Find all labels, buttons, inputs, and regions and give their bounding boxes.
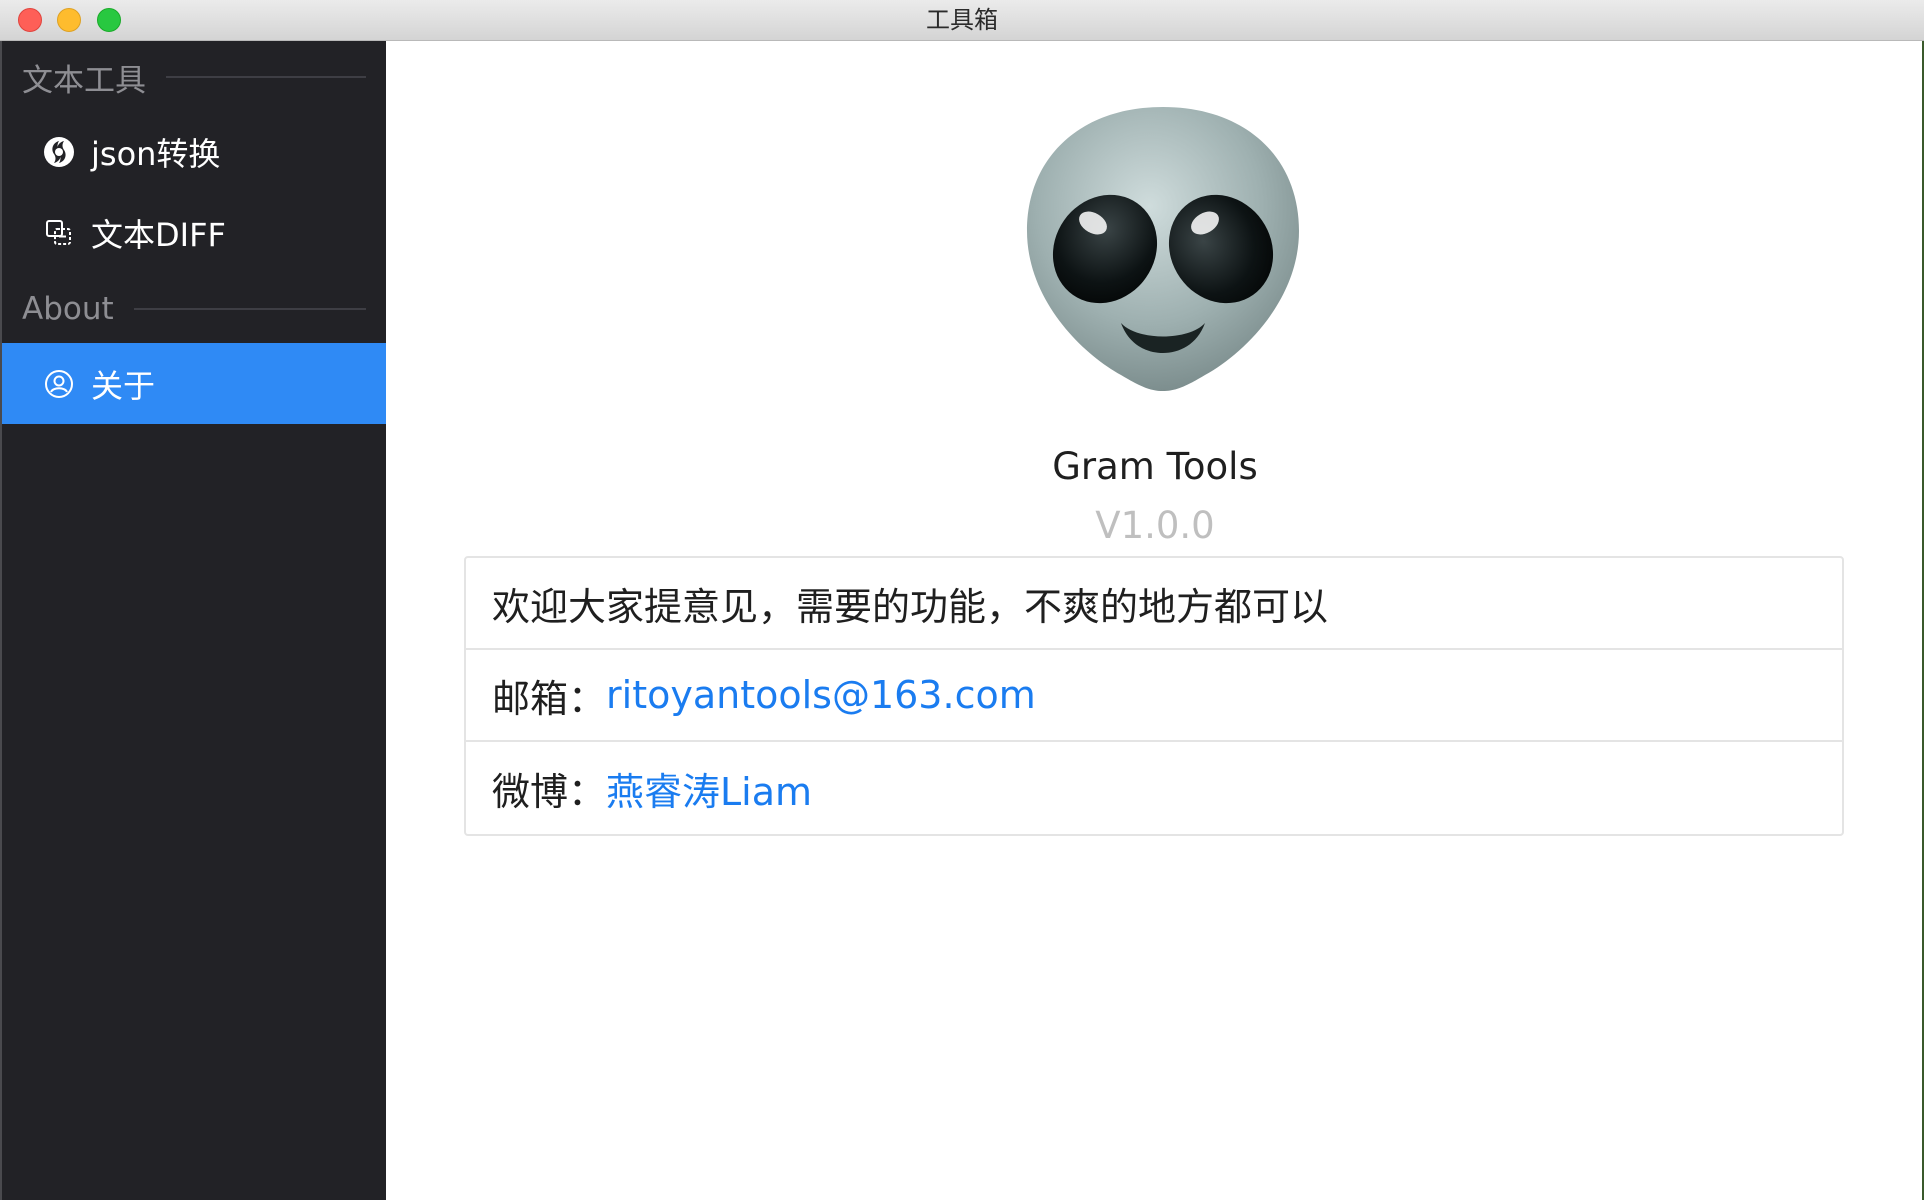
group-header-text-tools: 文本工具 [22, 57, 366, 99]
sidebar: 文本工具 json转换 文本DIFF About 关于 [0, 41, 386, 1200]
app-version: V1.0.0 [1095, 504, 1215, 547]
sidebar-item-about[interactable]: 关于 [2, 343, 386, 424]
app-name: Gram Tools [1052, 445, 1258, 488]
about-panel: Gram Tools V1.0.0 欢迎大家提意见，需要的功能，不爽的地方都可以… [386, 41, 1924, 1200]
sidebar-item-json[interactable]: json转换 [2, 111, 386, 192]
weibo-label: 微博： [492, 769, 607, 814]
sidebar-item-label: 文本DIFF [91, 215, 226, 254]
sidebar-item-text-diff[interactable]: 文本DIFF [2, 192, 386, 273]
email-row: 邮箱： ritoyantools@163.com [466, 650, 1842, 742]
user-circle-icon [43, 368, 75, 400]
group-title: 文本工具 [22, 62, 146, 99]
sidebar-item-label: 关于 [91, 366, 156, 405]
welcome-text: 欢迎大家提意见，需要的功能，不爽的地方都可以 [492, 584, 1329, 629]
app-window: 工具箱 文本工具 json转换 文本DIFF About 关于 Gram Too… [0, 0, 1924, 1200]
weibo-link[interactable]: 燕睿涛Liam [606, 761, 812, 816]
group-header-about: About [22, 289, 366, 329]
json-logo-icon [43, 136, 75, 168]
weibo-row: 微博： 燕睿涛Liam [466, 742, 1842, 834]
window-title: 工具箱 [926, 6, 998, 34]
diff-icon [43, 217, 75, 249]
divider [133, 308, 366, 310]
group-title: About [22, 291, 114, 327]
alien-emoji-icon [1009, 91, 1317, 399]
divider [166, 76, 366, 78]
welcome-row: 欢迎大家提意见，需要的功能，不爽的地方都可以 [466, 558, 1842, 650]
title-bar[interactable]: 工具箱 [0, 0, 1924, 41]
info-list: 欢迎大家提意见，需要的功能，不爽的地方都可以 邮箱： ritoyantools@… [464, 556, 1844, 836]
email-label: 邮箱： [492, 676, 607, 721]
email-link[interactable]: ritoyantools@163.com [606, 673, 1036, 717]
sidebar-item-label: json转换 [91, 134, 221, 173]
